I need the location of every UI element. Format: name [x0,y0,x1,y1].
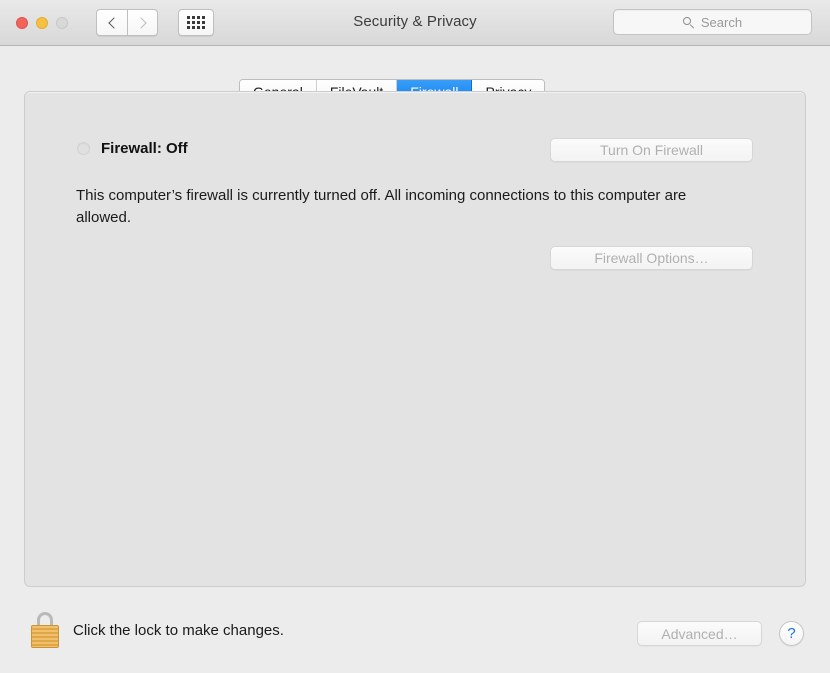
firewall-options-button[interactable]: Firewall Options… [550,246,753,270]
search-icon [683,17,694,28]
firewall-status-label: Firewall: Off [101,140,188,157]
lock-area[interactable]: Click the lock to make changes. [30,612,284,648]
firewall-status-row: Firewall: Off [77,140,188,157]
search-input[interactable]: Search [701,15,742,30]
advanced-button[interactable]: Advanced… [637,621,762,646]
lock-closed-icon[interactable] [30,612,60,648]
tab-bar: General FileVault Firewall Privacy [0,46,830,90]
turn-on-firewall-button[interactable]: Turn On Firewall [550,138,753,162]
window-toolbar: Security & Privacy Search [0,0,830,46]
firewall-description: This computer’s firewall is currently tu… [76,185,691,229]
system-preferences-window: Security & Privacy Search General FileVa… [0,0,830,673]
search-field[interactable]: Search [613,9,812,35]
status-indicator-icon [77,142,90,155]
help-button[interactable]: ? [779,621,804,646]
bottom-bar: Click the lock to make changes. Advanced… [0,600,830,673]
firewall-panel: Firewall: Off Turn On Firewall This comp… [24,91,806,587]
lock-hint-text: Click the lock to make changes. [73,622,284,639]
